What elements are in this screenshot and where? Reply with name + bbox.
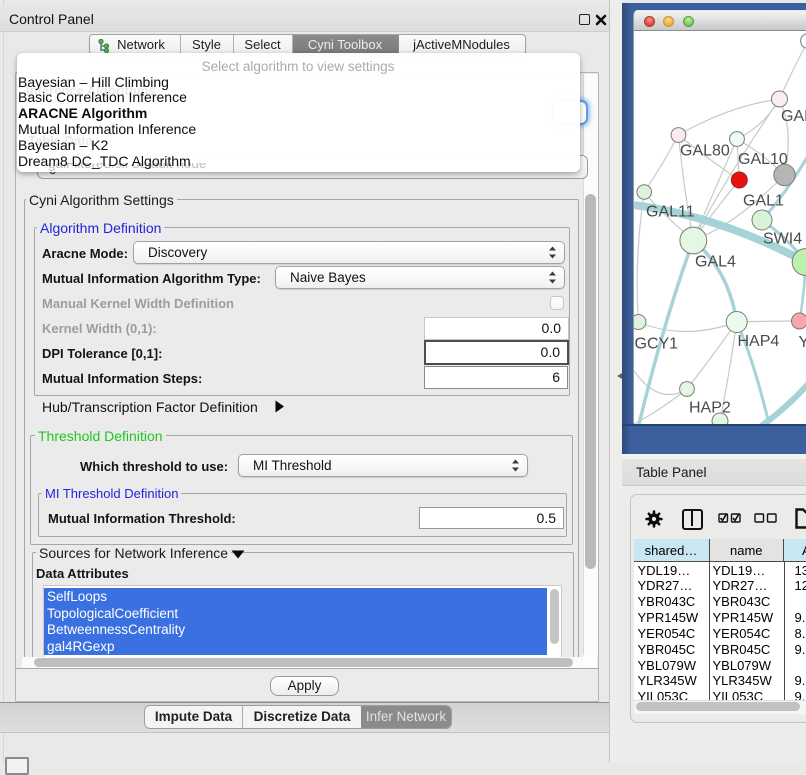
svg-text:GAL80: GAL80 [680,143,730,160]
svg-text:HAP2: HAP2 [689,400,731,417]
svg-text:Y: Y [799,334,806,351]
svg-text:GAL11: GAL11 [646,204,695,221]
svg-text:GAL7: GAL7 [781,108,806,125]
svg-text:GAL4: GAL4 [695,254,736,271]
svg-text:GAL1: GAL1 [743,193,784,210]
svg-text:HAP4: HAP4 [738,333,780,350]
svg-text:GAL10: GAL10 [738,151,788,168]
svg-text:SWI4: SWI4 [763,231,802,248]
svg-text:GCY1: GCY1 [635,336,679,353]
